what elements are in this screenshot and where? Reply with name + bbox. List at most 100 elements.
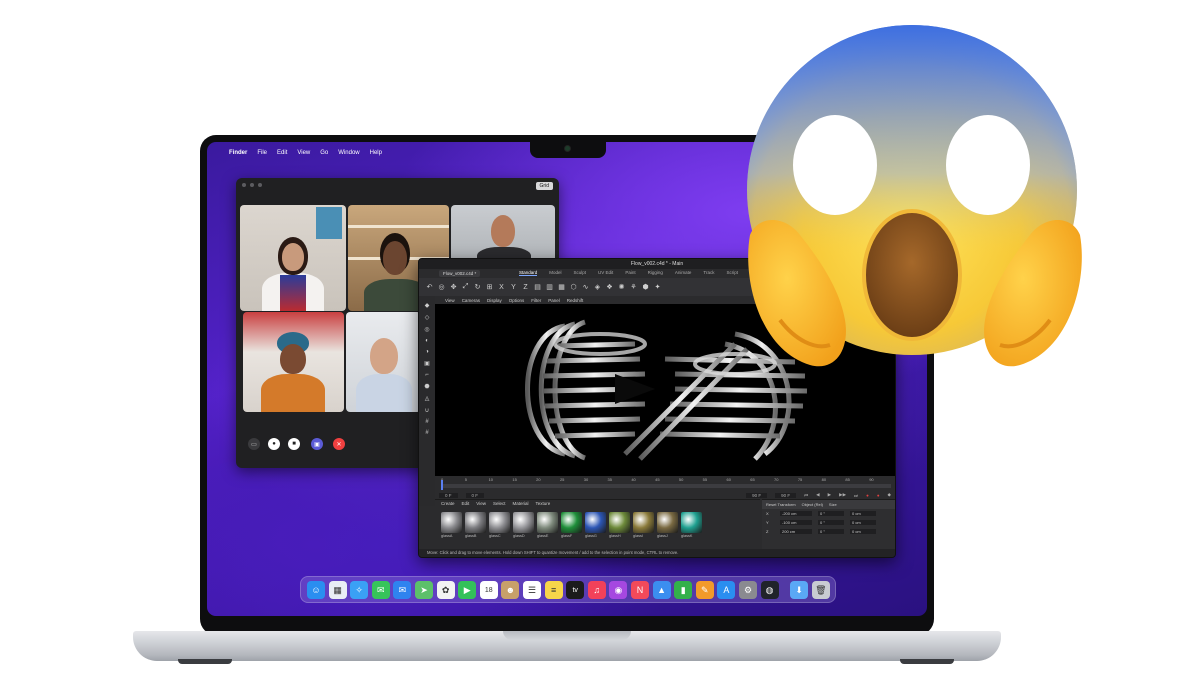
polygons-mode-icon[interactable]: ◐ — [425, 338, 429, 344]
menu-item-edit[interactable]: Edit — [277, 150, 287, 156]
tab-track[interactable]: Track — [703, 270, 714, 276]
material-swatch[interactable] — [513, 512, 534, 533]
start-frame-field[interactable]: 0 F — [439, 492, 458, 498]
launchpad-icon[interactable]: ▦ — [328, 581, 347, 599]
end-call-icon[interactable]: ✕ — [333, 438, 345, 450]
model-mode-icon[interactable]: ◆ — [425, 302, 430, 309]
coordinate-rotation-field[interactable]: 0 ° — [818, 511, 844, 516]
cube-icon[interactable]: ⬡ — [569, 283, 578, 291]
reminders-icon[interactable]: ☰ — [523, 581, 541, 599]
material-swatch[interactable] — [609, 512, 630, 533]
y-axis-icon[interactable]: Y — [509, 284, 518, 291]
system-preferences-icon[interactable]: ⚙ — [739, 581, 757, 599]
current-frame-field[interactable]: 0 F — [465, 492, 485, 498]
material-swatch[interactable] — [441, 512, 462, 533]
menu-item-view[interactable]: View — [297, 150, 310, 156]
material-swatch[interactable] — [657, 512, 678, 533]
coordinate-position-field[interactable]: -100 cm — [780, 520, 812, 525]
go-start-icon[interactable]: ⏮ — [804, 493, 808, 498]
preview-end-field[interactable]: 90 F — [775, 492, 797, 498]
facetime-icon[interactable]: ▶ — [458, 581, 477, 599]
messages-icon[interactable]: ✉ — [371, 581, 390, 599]
next-frame-icon[interactable]: ▶▶ — [839, 492, 846, 498]
scale-icon[interactable]: ⤢ — [461, 283, 470, 291]
trash-icon[interactable]: 🗑 — [811, 581, 830, 599]
news-icon[interactable]: N — [631, 581, 649, 599]
coordinate-position-field[interactable]: -200 cm — [780, 511, 812, 516]
menu-app-name[interactable]: Finder — [229, 150, 247, 156]
camera-button-icon[interactable]: ■ — [288, 438, 300, 450]
contacts-icon[interactable]: ☻ — [501, 581, 520, 599]
calendar-icon[interactable]: 18 — [479, 581, 498, 599]
move-icon[interactable]: ✥ — [449, 283, 458, 291]
select-icon[interactable]: ◎ — [437, 283, 446, 291]
object-rel-dropdown[interactable]: Object (Rel) — [802, 502, 823, 507]
tab-paint[interactable]: Paint — [625, 270, 635, 276]
render-region-icon[interactable]: ▤ — [533, 283, 542, 291]
material-menu-create[interactable]: Create — [441, 501, 455, 506]
render-view-icon[interactable]: ▥ — [545, 283, 554, 291]
viewport-menu-panel[interactable]: Panel — [548, 298, 560, 303]
locked-workplane-icon[interactable]: ◬ — [425, 395, 430, 402]
menu-item-go[interactable]: Go — [320, 150, 328, 156]
coordinate-rotation-field[interactable]: 0 ° — [818, 529, 844, 534]
material-swatch[interactable] — [633, 512, 654, 533]
axis-mode-icon[interactable]: ▣ — [424, 360, 430, 367]
numbers-icon[interactable]: ▮ — [674, 581, 693, 599]
playhead[interactable] — [441, 480, 443, 490]
magnet-icon[interactable]: ∪ — [425, 407, 429, 414]
reset-transform-button[interactable]: Reset Transform — [766, 502, 796, 507]
points-mode-icon[interactable]: ◇ — [425, 314, 430, 321]
maps-icon[interactable]: ➤ — [415, 581, 433, 599]
material-swatch[interactable] — [465, 512, 486, 533]
sidebar-toggle-icon[interactable]: ▭ — [248, 438, 260, 450]
tab-model[interactable]: Model — [549, 270, 561, 276]
camera-object-icon[interactable]: ⬢ — [641, 283, 650, 291]
deformer-icon[interactable]: ❖ — [605, 283, 614, 291]
grid-snap-icon[interactable]: # — [425, 430, 428, 436]
z-axis-icon[interactable]: Z — [521, 284, 530, 291]
safari-icon[interactable]: ✧ — [350, 581, 369, 599]
x-axis-icon[interactable]: X — [497, 284, 506, 291]
viewport-menu-redshift[interactable]: Redshift — [567, 298, 584, 303]
material-swatch[interactable] — [489, 512, 510, 533]
music-icon[interactable]: ♫ — [587, 581, 606, 599]
photos-icon[interactable]: ✿ — [436, 581, 455, 599]
uv-mode-icon[interactable]: ◑ — [425, 349, 429, 355]
grid-button[interactable]: Grid — [535, 182, 553, 190]
tab-animate[interactable]: Animate — [675, 270, 692, 276]
scene-icon[interactable]: ⚘ — [629, 283, 638, 291]
viewport-menu-display[interactable]: Display — [487, 298, 502, 303]
tab-uv-edit[interactable]: UV Edit — [598, 270, 613, 276]
menu-item-help[interactable]: Help — [370, 150, 382, 156]
spline-icon[interactable]: ∿ — [581, 283, 590, 291]
participant-video-tile[interactable] — [451, 205, 555, 265]
viewport-menu-view[interactable]: View — [445, 298, 455, 303]
podcasts-icon[interactable]: ◉ — [609, 581, 628, 599]
material-menu-select[interactable]: Select — [493, 501, 506, 506]
material-menu-material[interactable]: Material — [512, 501, 528, 506]
viewport-menu-filter[interactable]: Filter — [531, 298, 541, 303]
coordinate-rotation-field[interactable]: 0 ° — [818, 520, 844, 525]
go-end-icon[interactable]: ⏭ — [854, 493, 858, 498]
notes-icon[interactable]: ≡ — [544, 581, 563, 599]
render-settings-icon[interactable]: ▦ — [557, 283, 566, 291]
menu-item-file[interactable]: File — [257, 150, 267, 156]
workplane-icon[interactable]: ⬣ — [424, 383, 429, 390]
coordinate-size-field[interactable]: 0 cm — [850, 511, 876, 516]
rotate-icon[interactable]: ↻ — [473, 283, 482, 291]
zoom-window-button[interactable] — [258, 183, 262, 187]
edges-mode-icon[interactable]: ◎ — [424, 326, 429, 333]
undo-icon[interactable]: ↶ — [425, 283, 434, 291]
grid-icon[interactable]: # — [425, 419, 428, 425]
material-swatch[interactable] — [681, 512, 702, 533]
material-swatch[interactable] — [585, 512, 606, 533]
document-tab[interactable]: Flow_v002.c4d * — [439, 270, 481, 277]
light-icon[interactable]: ✦ — [653, 283, 662, 291]
coordinate-size-field[interactable]: 0 cm — [850, 520, 876, 525]
autokey-icon[interactable]: ● — [877, 493, 880, 498]
generator-icon[interactable]: ◈ — [593, 283, 602, 291]
finder-icon[interactable]: ☺ — [307, 581, 325, 599]
viewport-menu-cameras[interactable]: Cameras — [462, 298, 480, 303]
tab-script[interactable]: Script — [726, 270, 738, 276]
